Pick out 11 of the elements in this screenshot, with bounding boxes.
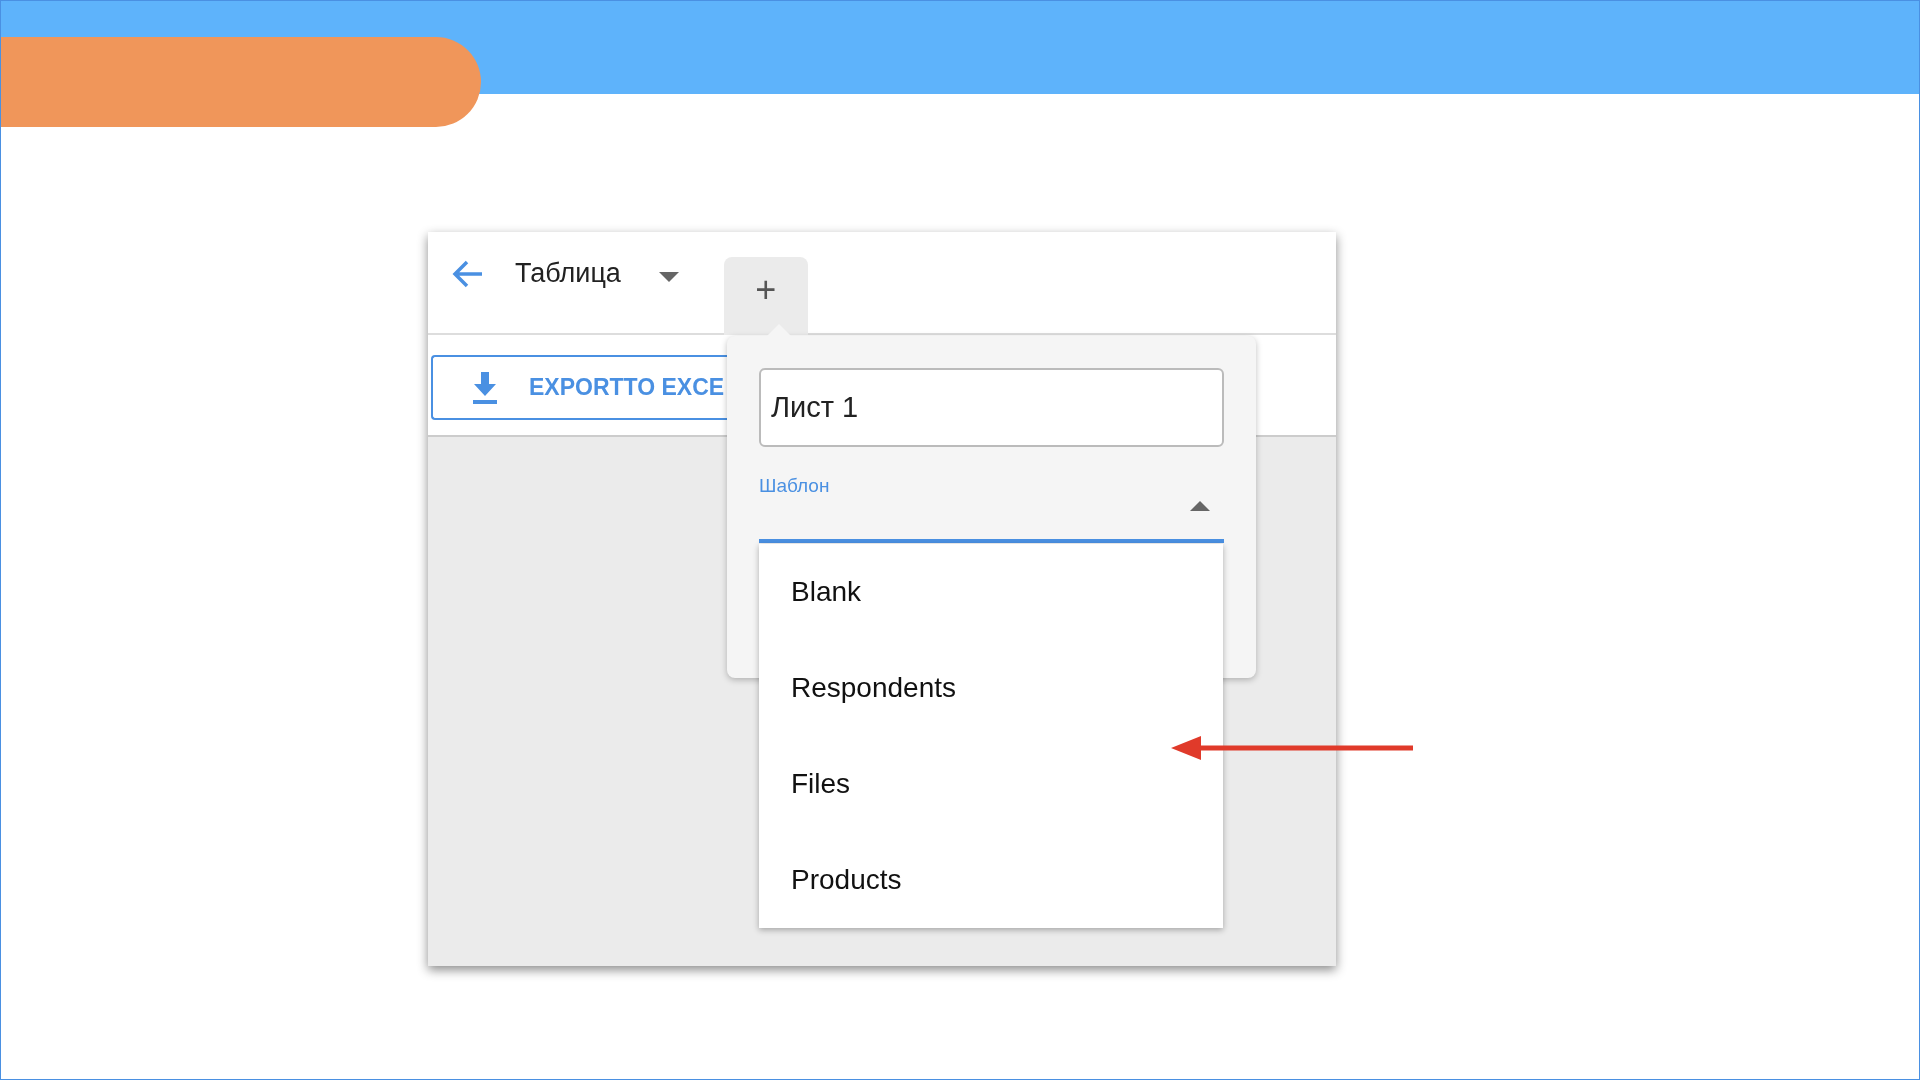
template-option[interactable]: Products [759,832,1223,928]
add-tab-button[interactable]: + [723,257,808,335]
back-arrow-icon[interactable] [452,259,484,289]
download-icon [471,371,499,404]
caret-icon[interactable] [1190,501,1210,511]
table-title[interactable]: Таблица [515,258,621,289]
caret-icon[interactable] [658,272,679,282]
template-option[interactable]: Files [759,736,1223,832]
template-option[interactable]: Respondents [759,640,1223,736]
template-option[interactable]: Blank [759,544,1223,640]
sheet-name-field[interactable]: Лист 1 [759,368,1224,447]
